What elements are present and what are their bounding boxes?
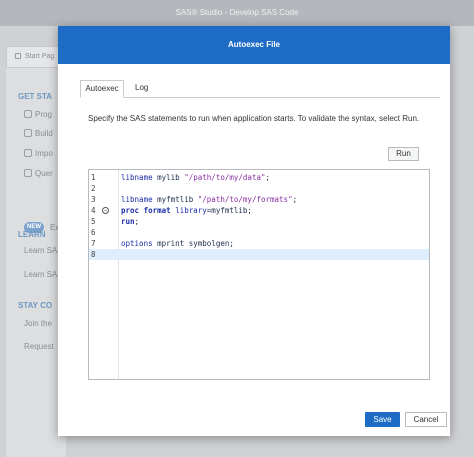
code-line[interactable]: 7 options mprint symbolgen; [89,238,429,249]
code-editor[interactable]: 1 libname mylib "/path/to/my/data"; 2 3 … [88,169,430,380]
tab-autoexec[interactable]: Autoexec [80,80,124,98]
code-line[interactable]: 1 libname mylib "/path/to/my/data"; [89,172,429,183]
background-item: Learn SAS [24,246,63,255]
background-tab-label: Start Pag [25,53,55,60]
build-icon [24,129,32,137]
code-line[interactable]: 4 − proc format library=myfmtlib; [89,205,429,216]
background-heading-learn: LEARN [18,230,46,239]
line-number: 5 [91,217,96,226]
code-line[interactable]: 2 [89,183,429,194]
line-number: 2 [91,184,96,193]
query-icon [24,169,32,177]
background-heading-get-started: GET STA [18,92,53,101]
line-number: 6 [91,228,96,237]
program-icon [24,110,32,118]
pin-icon [15,53,21,59]
background-item: Impo [35,149,53,158]
import-icon [24,149,32,157]
code-line[interactable]: 3 libname myfmtlib "/path/to/my/formats"… [89,194,429,205]
background-item: Request [24,342,54,351]
dialog-title: Autoexec File [227,40,280,49]
background-item: Prog [35,110,52,119]
collapse-circle-icon[interactable]: − [102,207,109,214]
background-item: Join the [24,319,53,328]
line-number: 8 [91,250,96,259]
background-item: Build [35,129,53,138]
code-line-current[interactable]: 8 [89,249,429,260]
autoexec-dialog: Autoexec File Autoexec Log Specify the S… [58,26,450,436]
run-button[interactable]: Run [388,147,419,161]
background-start-tab: Start Pag [6,46,66,68]
tab-log[interactable]: Log [135,80,148,98]
code-line[interactable]: 5 run; [89,216,429,227]
line-number: 1 [91,173,96,182]
dialog-tabs: Autoexec Log [80,80,440,98]
cancel-button[interactable]: Cancel [405,412,447,427]
dialog-description: Specify the SAS statements to run when a… [88,114,420,123]
line-number: 3 [91,195,96,204]
code-line[interactable]: 6 [89,227,429,238]
line-number: 7 [91,239,96,248]
background-heading-stay-connected: STAY CO [18,301,53,310]
window-titlebar: SAS® Studio - Develop SAS Code [0,0,474,26]
line-number: 4 [91,206,96,215]
save-button[interactable]: Save [365,412,400,427]
dialog-header: Autoexec File [58,26,450,64]
background-panel [6,68,66,457]
window-title: SAS® Studio - Develop SAS Code [175,8,299,17]
background-item: Quer [35,169,53,178]
background-item: Learn SAS [24,270,63,279]
